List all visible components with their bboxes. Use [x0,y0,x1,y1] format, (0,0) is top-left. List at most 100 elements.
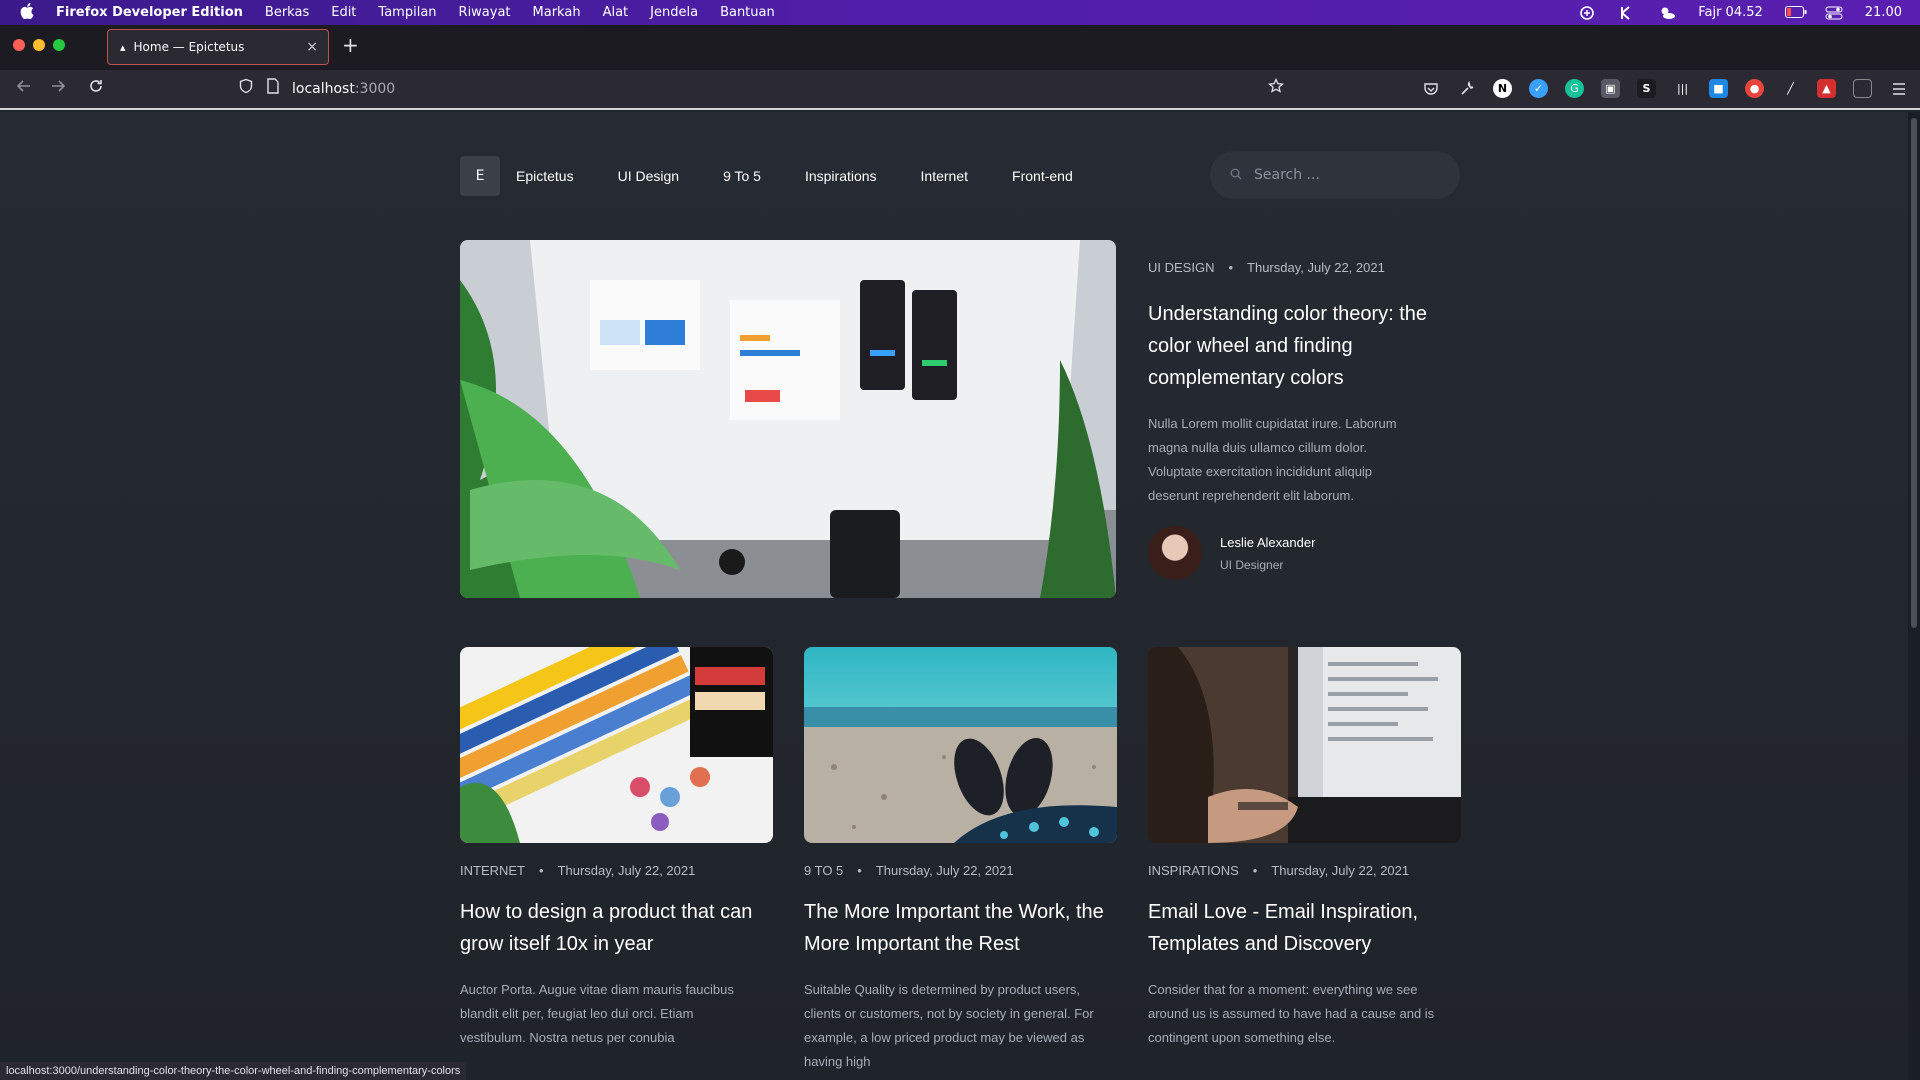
nav-internet[interactable]: Internet [921,168,968,184]
tab-title: Home — Epictetus [133,40,245,54]
k-app-icon[interactable] [1618,5,1636,20]
notion-icon[interactable]: N [1493,79,1512,98]
blue-square-icon[interactable]: ■ [1709,79,1728,98]
page-scrollbar[interactable] [1908,112,1920,1080]
nav-ui-design[interactable]: UI Design [618,168,679,184]
search-placeholder: Search ... [1254,167,1320,183]
menu-edit[interactable]: Edit [331,5,356,20]
screenshot-icon[interactable]: ▣ [1601,79,1620,98]
hero-image[interactable] [460,240,1116,598]
site-nav: E Epictetus UI Design 9 To 5 Inspiration… [460,156,1117,196]
card-meta: INTERNET • Thursday, July 22, 2021 [460,863,773,878]
control-center-icon[interactable] [1825,6,1843,20]
card-image[interactable] [804,647,1117,843]
reload-icon[interactable] [88,78,104,98]
toolbar-extensions: N ✓ G ▣ S ||| ■ ● ╱ ▲ [1421,79,1908,98]
close-tab-icon[interactable]: × [306,39,318,55]
compass-icon[interactable]: ✓ [1529,79,1548,98]
picker-icon[interactable]: ╱ [1781,79,1800,98]
hero-meta: UI DESIGN • Thursday, July 22, 2021 [1148,260,1385,275]
menu-riwayat[interactable]: Riwayat [459,5,511,20]
nav-front-end[interactable]: Front-end [1012,168,1073,184]
url-port: :3000 [354,81,396,97]
nav-epictetus[interactable]: Epictetus [516,168,574,184]
card-category[interactable]: 9 TO 5 [804,863,843,878]
card-image[interactable] [460,647,773,843]
menu-tampilan[interactable]: Tampilan [378,5,436,20]
url-host: localhost [292,81,355,97]
battery-icon[interactable] [1784,5,1807,20]
card-category[interactable]: INTERNET [460,863,525,878]
hero-date: Thursday, July 22, 2021 [1247,260,1385,275]
nav-9-to-5[interactable]: 9 To 5 [723,168,761,184]
search-icon [1230,168,1242,183]
page-content: E Epictetus UI Design 9 To 5 Inspiration… [0,112,1908,1080]
close-window-button[interactable] [13,39,25,51]
tab-strip: ▴ Home — Epictetus × + [0,25,1920,70]
menu-alat[interactable]: Alat [603,5,629,20]
window-controls [13,39,65,51]
scrollbar-thumb[interactable] [1911,118,1917,628]
card-meta: INSPIRATIONS • Thursday, July 22, 2021 [1148,863,1461,878]
card-title[interactable]: Email Love - Email Inspiration, Template… [1148,896,1461,960]
menu-berkas[interactable]: Berkas [265,5,309,20]
author-block: Leslie Alexander UI Designer [1148,526,1315,580]
bookmark-star-icon[interactable] [1268,77,1284,98]
menu-icon[interactable] [1889,79,1908,98]
nav-inspirations[interactable]: Inspirations [805,168,877,184]
grammarly-icon[interactable]: G [1565,79,1584,98]
columns-icon[interactable]: ||| [1673,79,1692,98]
hero-title[interactable]: Understanding color theory: the color wh… [1148,298,1438,394]
forward-icon[interactable] [50,78,66,98]
pocket-icon[interactable] [1421,79,1440,98]
maximize-window-button[interactable] [53,39,65,51]
menubar-status-area: Fajr 04.52 21.00 [1578,0,1902,25]
hero-category[interactable]: UI DESIGN [1148,260,1214,275]
menu-app-name[interactable]: Firefox Developer Edition [56,5,243,20]
card-excerpt: Auctor Porta. Augue vitae diam mauris fa… [460,982,734,1045]
card-image[interactable] [1148,647,1461,843]
card-date: Thursday, July 22, 2021 [557,863,696,878]
card-title[interactable]: The More Important the Work, the More Im… [804,896,1117,960]
meta-dot: • [539,863,544,878]
prayer-time[interactable]: Fajr 04.52 [1698,5,1763,20]
card-meta: 9 TO 5 • Thursday, July 22, 2021 [804,863,1117,878]
card-date: Thursday, July 22, 2021 [875,863,1014,878]
search-input[interactable]: Search ... [1210,151,1460,199]
card-category[interactable]: INSPIRATIONS [1148,863,1239,878]
meta-dot: • [1228,260,1234,275]
menu-markah[interactable]: Markah [533,5,581,20]
red-extension-icon[interactable]: ▲ [1817,79,1836,98]
shield-icon[interactable] [238,78,254,98]
site-logo[interactable]: E [460,156,500,196]
avatar [1148,526,1202,580]
wrench-icon[interactable] [1457,79,1476,98]
page-icon[interactable] [266,78,280,98]
tab-home[interactable]: ▴ Home — Epictetus × [107,29,329,65]
post-card-9-to-5: 9 TO 5 • Thursday, July 22, 2021 The Mor… [804,647,1117,1074]
url-bar[interactable]: localhost:3000 [292,81,395,97]
weather-icon[interactable] [1658,6,1676,20]
new-tab-button[interactable]: + [342,33,359,57]
minimize-window-button[interactable] [33,39,45,51]
menu-bantuan[interactable]: Bantuan [720,5,775,20]
card-title[interactable]: How to design a product that can grow it… [460,896,773,960]
card-excerpt: Suitable Quality is determined by produc… [804,982,1094,1069]
favicon-icon: ▴ [120,40,126,54]
author-role: UI Designer [1220,557,1284,572]
container-icon[interactable] [1853,79,1872,98]
clock[interactable]: 21.00 [1865,5,1902,20]
post-card-inspirations: INSPIRATIONS • Thursday, July 22, 2021 E… [1148,647,1461,1050]
red-circle-icon[interactable]: ● [1745,79,1764,98]
mac-menubar: Firefox Developer Edition Berkas Edit Ta… [0,0,1920,25]
meta-dot: • [857,863,862,878]
browser-navbar: localhost:3000 N ✓ G ▣ S ||| ■ ● ╱ ▲ [0,70,1920,110]
back-icon[interactable] [16,78,32,98]
apple-icon[interactable] [20,2,42,23]
menu-jendela[interactable]: Jendela [650,5,698,20]
post-card-internet: INTERNET • Thursday, July 22, 2021 How t… [460,647,773,1050]
s-extension-icon[interactable]: S [1637,79,1656,98]
sync-icon[interactable] [1578,5,1596,20]
card-date: Thursday, July 22, 2021 [1271,863,1410,878]
author-name: Leslie Alexander [1220,534,1316,550]
